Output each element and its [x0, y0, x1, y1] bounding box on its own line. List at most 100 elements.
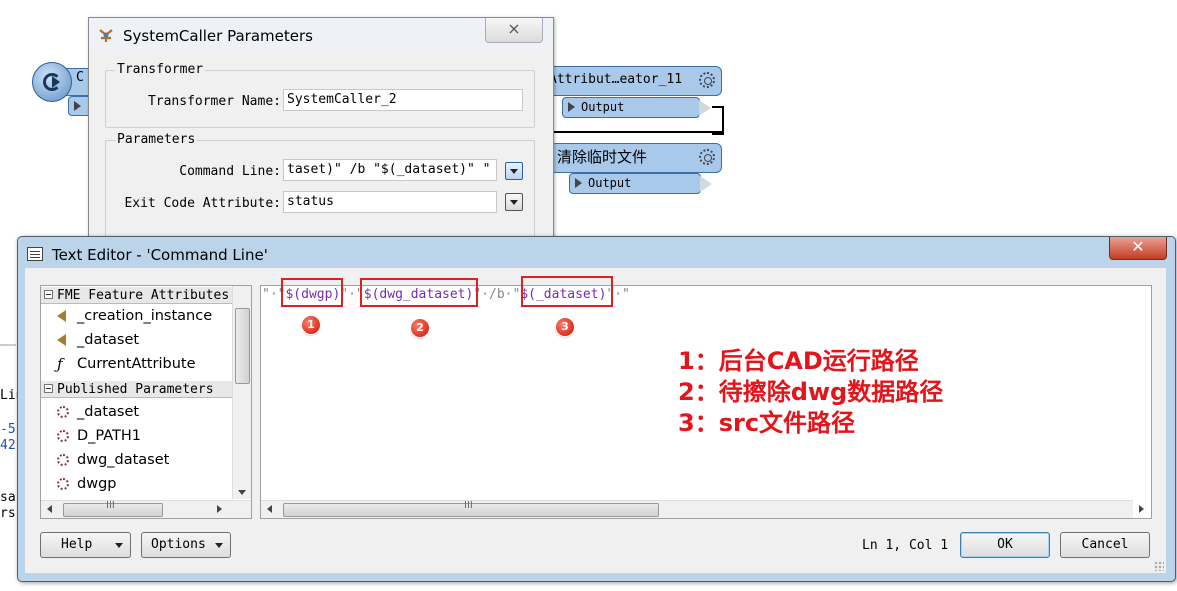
- text-editor-icon: [27, 247, 43, 261]
- close-icon: ✕: [1131, 237, 1145, 256]
- systemcaller-parameters-dialog: SystemCaller Parameters ⨯ Transformer Tr…: [88, 17, 554, 243]
- node-settings-gear-icon[interactable]: [699, 72, 715, 88]
- legend-line: 2：待擦除dwg数据路径: [678, 378, 944, 406]
- cancel-button[interactable]: Cancel: [1060, 532, 1150, 558]
- scroll-grip: III: [464, 500, 473, 511]
- dialog-title: SystemCaller Parameters: [123, 27, 313, 45]
- tree-item-parameter[interactable]: dwgp: [55, 473, 116, 495]
- parameter-icon: [57, 406, 69, 418]
- tree-item-label: _dataset: [77, 404, 140, 420]
- parameter-icon: [57, 430, 69, 442]
- output-arrow-icon: [699, 100, 711, 116]
- collapse-icon[interactable]: [44, 290, 53, 299]
- tree-item-parameter[interactable]: D_PATH1: [55, 425, 141, 447]
- attribute-creator-output-port[interactable]: Output: [562, 97, 711, 118]
- options-button-label: Options: [151, 537, 206, 552]
- help-button[interactable]: Help: [40, 532, 131, 558]
- tree-item-label: dwgp: [77, 476, 117, 492]
- tree-item-label: _dataset: [77, 332, 140, 348]
- attribute-icon: [57, 310, 66, 322]
- transformer-name-label: Transformer Name:: [147, 94, 281, 109]
- exit-code-dropdown-button[interactable]: [505, 193, 523, 211]
- tree-group-feature-attributes[interactable]: FME Feature Attributes: [41, 287, 233, 304]
- annotation-badge-2: 2: [411, 319, 429, 337]
- close-button[interactable]: ✕: [1109, 237, 1167, 260]
- dialog-title: Text Editor - 'Command Line': [52, 246, 268, 264]
- scroll-left-icon[interactable]: [267, 505, 272, 513]
- scroll-left-icon[interactable]: [47, 505, 52, 513]
- command-line-input[interactable]: taset)" /b "$(_dataset)" ": [283, 159, 497, 181]
- command-line-dropdown-button[interactable]: [505, 162, 523, 180]
- annotation-legend: 1：后台CAD运行路径 2：待擦除dwg数据路径 3：src文件路径: [678, 346, 943, 439]
- annotation-box-3: [521, 276, 613, 307]
- cancel-button-label: Cancel: [1081, 537, 1129, 552]
- resize-grip-icon[interactable]: [1154, 561, 1164, 571]
- text-editor-dialog: Text Editor - 'Command Line' ✕ FME Featu…: [17, 236, 1176, 582]
- collapse-icon[interactable]: [44, 384, 53, 393]
- scrollbar-thumb[interactable]: III: [63, 500, 163, 517]
- clean-temp-files-node[interactable]: 清除临时文件: [550, 143, 722, 173]
- tree-group-published-parameters[interactable]: Published Parameters: [41, 381, 233, 398]
- tree-item-attribute[interactable]: _dataset: [55, 329, 139, 351]
- options-button[interactable]: Options: [141, 532, 231, 558]
- scroll-right-icon[interactable]: [217, 505, 222, 513]
- edge-text: 42: [0, 438, 16, 453]
- annotation-badge-1: 1: [302, 316, 320, 334]
- node-left-label: C: [76, 70, 84, 85]
- clean-temp-files-output-port[interactable]: Output: [569, 173, 712, 194]
- annotation-box-2: [360, 278, 478, 307]
- edge-text: rs: [0, 506, 16, 521]
- tree-item-parameter[interactable]: _dataset: [55, 401, 139, 423]
- connection-line-bottom: [548, 131, 724, 133]
- scrollbar-thumb[interactable]: III: [283, 500, 659, 517]
- tree-item-label: _creation_instance: [77, 308, 213, 324]
- editor-horizontal-scrollbar[interactable]: III: [261, 500, 1144, 518]
- chevron-down-icon: [115, 543, 123, 548]
- parameter-icon: [57, 478, 69, 490]
- dialog-titlebar[interactable]: Text Editor - 'Command Line' ✕: [18, 237, 1175, 268]
- function-icon: ƒ: [57, 355, 63, 373]
- dialog-body: FME Feature Attributes _creation_instanc…: [25, 268, 1166, 573]
- transformer-node-left[interactable]: C: [32, 62, 102, 116]
- attribute-creator-node[interactable]: Attribut…eator_11: [548, 66, 722, 96]
- attribute-creator-label: Attribut…eator_11: [549, 72, 683, 87]
- tree-item-label: CurrentAttribute: [77, 356, 196, 372]
- ok-button[interactable]: OK: [960, 532, 1050, 558]
- tree-item-attribute[interactable]: _creation_instance: [55, 305, 212, 327]
- tree-item-parameter[interactable]: dwg_dataset: [55, 449, 169, 471]
- transformer-name-input[interactable]: SystemCaller_2: [283, 89, 523, 111]
- output-port-label: Output: [588, 176, 632, 190]
- clean-temp-files-label: 清除临时文件: [557, 148, 648, 166]
- close-button[interactable]: ⨯: [485, 18, 543, 43]
- cursor-position-status: Ln 1, Col 1: [862, 538, 949, 553]
- scroll-down-icon[interactable]: [238, 490, 246, 495]
- exit-code-attribute-input[interactable]: status: [283, 191, 497, 213]
- command-line-label: Command Line:: [179, 164, 281, 179]
- tree-item-function[interactable]: ƒ CurrentAttribute: [55, 353, 196, 375]
- legend-line: 1：后台CAD运行路径: [678, 347, 919, 375]
- fme-app-icon: [99, 29, 113, 42]
- group-title: Transformer: [115, 62, 206, 77]
- tree-group-label: FME Feature Attributes: [57, 288, 230, 303]
- legend-line: 3：src文件路径: [678, 409, 856, 437]
- attribute-tree[interactable]: FME Feature Attributes _creation_instanc…: [40, 285, 252, 519]
- tree-horizontal-scrollbar[interactable]: III: [41, 500, 251, 518]
- tree-vertical-scrollbar[interactable]: [232, 286, 251, 499]
- parameter-icon: [57, 454, 69, 466]
- node-settings-gear-icon[interactable]: [699, 149, 715, 165]
- scrollbar-thumb[interactable]: [235, 308, 250, 384]
- group-title: Parameters: [115, 132, 198, 147]
- dialog-titlebar[interactable]: SystemCaller Parameters ⨯: [89, 18, 553, 52]
- output-arrow-icon: [700, 176, 712, 192]
- scroll-right-icon[interactable]: [1139, 505, 1144, 513]
- ok-button-label: OK: [997, 537, 1013, 552]
- annotation-box-1: [281, 278, 343, 307]
- editor-token: "·/b·": [473, 287, 521, 302]
- help-button-label: Help: [61, 537, 93, 552]
- scroll-grip: III: [106, 500, 115, 511]
- close-icon: ⨯: [507, 19, 521, 38]
- attribute-icon: [57, 334, 66, 346]
- annotation-badge-3: 3: [556, 318, 574, 336]
- output-port-label: Output: [581, 100, 625, 114]
- exit-code-attribute-label: Exit Code Attribute:: [124, 196, 281, 211]
